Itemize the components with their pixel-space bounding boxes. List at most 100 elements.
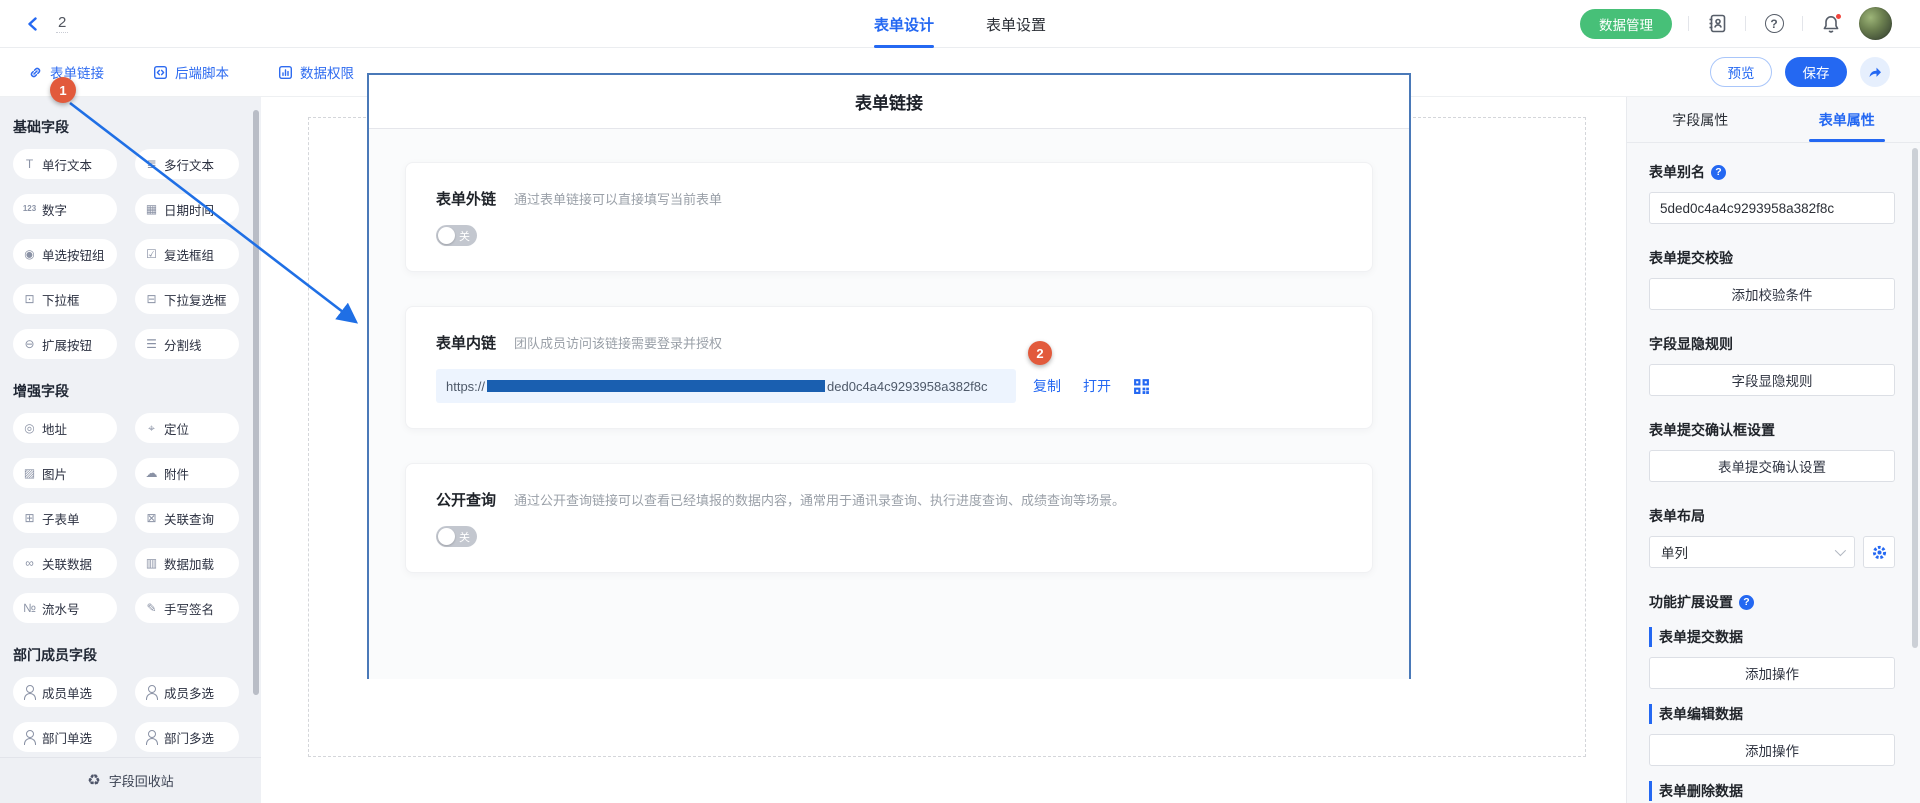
internal-link-url-field[interactable]: https:// ded0c4a4c9293958a382f8c [436, 369, 1016, 403]
toolbar-item-data-permission[interactable]: 数据权限 [278, 62, 354, 82]
help-icon[interactable]: ? [1762, 12, 1786, 36]
field-item-radio-group[interactable]: ◉单选按钮组 [13, 239, 117, 269]
link-icon [28, 65, 43, 80]
field-item-address[interactable]: ◎地址 [13, 413, 117, 443]
field-item-checkbox-group[interactable]: ☑复选框组 [135, 239, 239, 269]
contacts-icon[interactable] [1705, 12, 1729, 36]
property-group: 表单编辑数据添加操作 [1649, 704, 1895, 766]
form-layout-select[interactable]: 单列 [1649, 536, 1855, 568]
copy-link-button[interactable]: 复制 [1033, 376, 1061, 396]
tab-form-settings[interactable]: 表单设置 [986, 0, 1046, 48]
field-item-label: 成员单选 [42, 683, 92, 702]
serial-number-icon: № [21, 602, 38, 614]
field-item-dept-single[interactable]: 部门单选 [13, 722, 117, 752]
divider [1802, 16, 1803, 31]
open-link-button[interactable]: 打开 [1083, 376, 1111, 396]
tab-form-design[interactable]: 表单设计 [874, 0, 934, 48]
radio-group-icon: ◉ [21, 248, 38, 260]
multi-line-text-icon: ≣ [143, 158, 160, 170]
back-icon[interactable] [22, 13, 44, 35]
property-action-button[interactable]: 添加操作 [1649, 657, 1895, 689]
panel-scrollbar[interactable] [1912, 148, 1918, 648]
field-section-title: 部门成员字段 [13, 645, 247, 665]
form-alias-input[interactable] [1649, 192, 1895, 224]
field-item-label: 多行文本 [164, 155, 214, 174]
property-label: 表单删除数据 [1649, 781, 1895, 801]
layout-settings-gear-icon[interactable] [1863, 536, 1895, 568]
field-item-extend-button[interactable]: ⊖扩展按钮 [13, 329, 117, 359]
help-icon[interactable]: ? [1711, 165, 1726, 180]
card-title: 公开查询 [436, 489, 496, 510]
qrcode-icon[interactable] [1133, 378, 1150, 395]
annotation-step-2: 2 [1028, 341, 1052, 365]
preview-button[interactable]: 预览 [1710, 57, 1772, 87]
field-item-subform[interactable]: ⊞子表单 [13, 503, 117, 533]
field-item-label: 扩展按钮 [42, 335, 92, 354]
tab-field-properties[interactable]: 字段属性 [1627, 97, 1774, 142]
member-single-icon [21, 685, 38, 699]
card-desc: 通过表单链接可以直接填写当前表单 [514, 189, 722, 208]
public-query-toggle[interactable]: 关 [436, 526, 477, 547]
field-item-member-single[interactable]: 成员单选 [13, 677, 117, 707]
avatar[interactable] [1859, 7, 1892, 40]
subform-icon: ⊞ [21, 512, 38, 524]
field-item-member-multi[interactable]: 成员多选 [135, 677, 239, 707]
field-item-dropdown[interactable]: ⊡下拉框 [13, 284, 117, 314]
field-item-label: 单行文本 [42, 155, 92, 174]
save-button[interactable]: 保存 [1785, 57, 1847, 87]
field-item-attachment[interactable]: ☁附件 [135, 458, 239, 488]
field-item-serial-number[interactable]: №流水号 [13, 593, 117, 623]
field-item-number[interactable]: 123数字 [13, 194, 117, 224]
linked-data-icon: ∞ [21, 557, 38, 569]
field-item-label: 附件 [164, 464, 189, 483]
divider [1745, 16, 1746, 31]
field-item-label: 数字 [42, 200, 67, 219]
data-manage-button[interactable]: 数据管理 [1580, 9, 1672, 39]
field-item-label: 手写签名 [164, 599, 214, 618]
field-item-signature[interactable]: ✎手写签名 [135, 593, 239, 623]
field-item-divider-line[interactable]: ☰分割线 [135, 329, 239, 359]
tab-form-properties[interactable]: 表单属性 [1774, 97, 1920, 142]
field-item-dept-multi[interactable]: 部门多选 [135, 722, 239, 752]
field-item-image[interactable]: ▨图片 [13, 458, 117, 488]
field-item-label: 部门多选 [164, 728, 214, 747]
field-item-label: 成员多选 [164, 683, 214, 702]
field-item-dropdown-multi[interactable]: ⊟下拉复选框 [135, 284, 239, 314]
share-arrow-icon [1867, 64, 1883, 80]
field-item-location[interactable]: ⌖定位 [135, 413, 239, 443]
field-item-linked-data[interactable]: ∞关联数据 [13, 548, 117, 578]
field-item-multi-line-text[interactable]: ≣ 多行文本 [135, 149, 239, 179]
field-item-linked-query[interactable]: ⊠关联查询 [135, 503, 239, 533]
field-item-datetime[interactable]: ▦日期时间 [135, 194, 239, 224]
notification-dot [1835, 13, 1842, 20]
field-item-data-load[interactable]: ▥数据加载 [135, 548, 239, 578]
property-label: 表单提交数据 [1649, 627, 1895, 647]
field-item-label: 数据加载 [164, 554, 214, 573]
field-recycle-bin[interactable]: ♻ 字段回收站 [0, 757, 261, 803]
chevron-down-icon [1835, 545, 1846, 556]
card-desc: 团队成员访问该链接需要登录并授权 [514, 333, 722, 352]
card-desc: 通过公开查询链接可以查看已经填报的数据内容，通常用于通讯录查询、执行进度查询、成… [514, 490, 1125, 509]
field-item-single-line-text[interactable]: T 单行文本 [13, 149, 117, 179]
bell-icon[interactable] [1819, 12, 1843, 36]
toolbar-item-backend-script[interactable]: 后端脚本 [153, 62, 229, 82]
property-action-button[interactable]: 添加校验条件 [1649, 278, 1895, 310]
internal-link-card: 表单内链 团队成员访问该链接需要登录并授权 https:// ded0c4a4c… [405, 306, 1373, 429]
linked-query-icon: ⊠ [143, 512, 160, 524]
property-label: 字段显隐规则 [1649, 334, 1895, 354]
property-action-button[interactable]: 表单提交确认设置 [1649, 450, 1895, 482]
external-link-toggle[interactable]: 关 [436, 225, 477, 246]
field-item-label: 下拉框 [42, 290, 80, 309]
property-action-button[interactable]: 字段显隐规则 [1649, 364, 1895, 396]
app-header: 2 表单设计 表单设置 数据管理 ? [0, 0, 1920, 48]
help-icon[interactable]: ? [1739, 595, 1754, 610]
single-line-text-icon: T [21, 158, 38, 170]
sidebar-scrollbar[interactable] [253, 110, 259, 695]
property-group: 表单删除数据添加操作 [1649, 781, 1895, 803]
permission-icon [278, 65, 293, 80]
address-icon: ◎ [21, 422, 38, 434]
property-action-button[interactable]: 添加操作 [1649, 734, 1895, 766]
form-link-dialog: 表单链接 表单外链 通过表单链接可以直接填写当前表单 关 表单内链 团队成员访问… [367, 73, 1411, 679]
share-button[interactable] [1860, 57, 1890, 87]
dept-multi-icon [143, 730, 160, 744]
